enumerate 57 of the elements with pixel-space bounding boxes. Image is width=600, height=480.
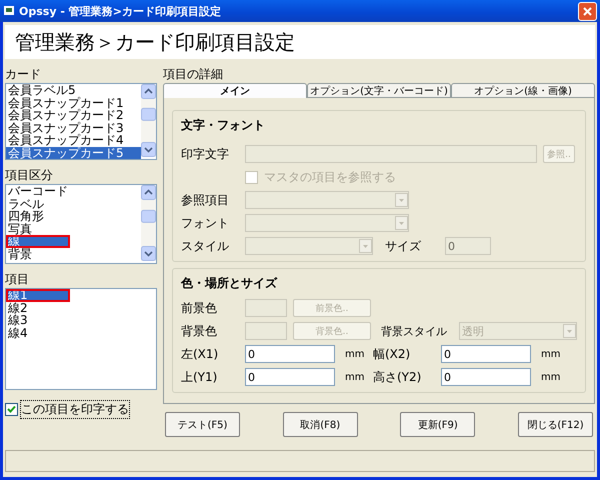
tab[interactable]: オプション(文字・バーコード) xyxy=(307,83,451,98)
field-label: フォント xyxy=(181,214,230,232)
field-label: 背景色 xyxy=(181,322,218,340)
section-label: 項目の詳細 xyxy=(163,67,224,81)
unit-label: mm xyxy=(345,348,366,360)
group-title: 文字・フォント xyxy=(181,117,266,134)
list-box[interactable]: 会員ラベル5 会員スナップカード1 会員スナップカード2 会員スナップカード3 会員スナップカード4 会員スナップカード5 xyxy=(5,83,157,160)
list-item[interactable]: 会員スナップカード3 xyxy=(6,122,141,134)
list-item[interactable]: 四角形 xyxy=(6,210,141,222)
field-label: 参照項目 xyxy=(181,192,230,208)
list-label: 項目 xyxy=(5,272,30,286)
unit-label: mm xyxy=(541,372,562,382)
list-item[interactable]: 会員スナップカード4 xyxy=(6,134,141,146)
field-label: 幅(X2) xyxy=(373,346,412,362)
field-label: 左(X1) xyxy=(181,346,220,362)
list-label: カード xyxy=(5,67,42,81)
list-item[interactable]: 線3 xyxy=(6,314,156,326)
list-item[interactable]: 会員スナップカード1 xyxy=(6,96,141,109)
list-item[interactable]: 会員スナップカード2 xyxy=(6,109,141,122)
close-icon xyxy=(583,6,592,16)
field-label: スタイル xyxy=(181,238,230,254)
list-item[interactable]: ラベル xyxy=(6,198,141,210)
list-item[interactable]: 線2 xyxy=(6,302,156,314)
field-label: 高さ(Y2) xyxy=(373,368,422,386)
app-icon xyxy=(3,5,15,17)
page-heading: 管理業務＞カード印刷項目設定 xyxy=(15,28,295,56)
list-item[interactable]: 会員スナップカード5 xyxy=(6,146,141,159)
input-field[interactable]: 0 xyxy=(245,368,335,386)
checkbox[interactable] xyxy=(5,403,18,416)
input-field[interactable]: 0 xyxy=(441,345,531,363)
input-field[interactable]: 0 xyxy=(245,345,335,363)
checkbox-label[interactable]: この項目を印字する xyxy=(21,401,129,418)
list-item[interactable]: バーコード xyxy=(6,185,141,198)
list-item[interactable]: 会員ラベル5 xyxy=(6,84,141,96)
close-button[interactable] xyxy=(578,2,597,20)
action-button[interactable]: 閉じる(F12) xyxy=(518,412,593,437)
window-title: Opssy - 管理業務>カード印刷項目設定 xyxy=(19,4,222,18)
list-label: 項目区分 xyxy=(5,168,54,182)
unit-label: mm xyxy=(345,372,366,382)
field-label: 背景スタイル xyxy=(380,324,448,338)
group-title: 色・場所とサイズ xyxy=(181,275,278,292)
input-field[interactable]: 0 xyxy=(441,368,531,386)
list-item[interactable]: 写真 xyxy=(6,222,141,235)
field-label: 上(Y1) xyxy=(181,368,218,386)
tab[interactable]: メイン xyxy=(163,83,307,98)
list-item[interactable]: 線4 xyxy=(6,326,156,339)
unit-label: mm xyxy=(541,348,562,360)
action-button[interactable]: 取消(F8) xyxy=(282,412,358,437)
field-label: サイズ xyxy=(384,238,422,254)
field-label: 印字文字 xyxy=(181,146,230,162)
scrollbar[interactable] xyxy=(141,185,156,261)
tab[interactable]: オプション(線・画像) xyxy=(451,83,595,98)
scrollbar[interactable] xyxy=(141,84,156,157)
field-label: 前景色 xyxy=(181,300,218,316)
action-button[interactable]: 更新(F9) xyxy=(400,412,476,437)
action-button[interactable]: テスト(F5) xyxy=(165,412,240,437)
list-item[interactable]: 背景 xyxy=(6,248,141,260)
